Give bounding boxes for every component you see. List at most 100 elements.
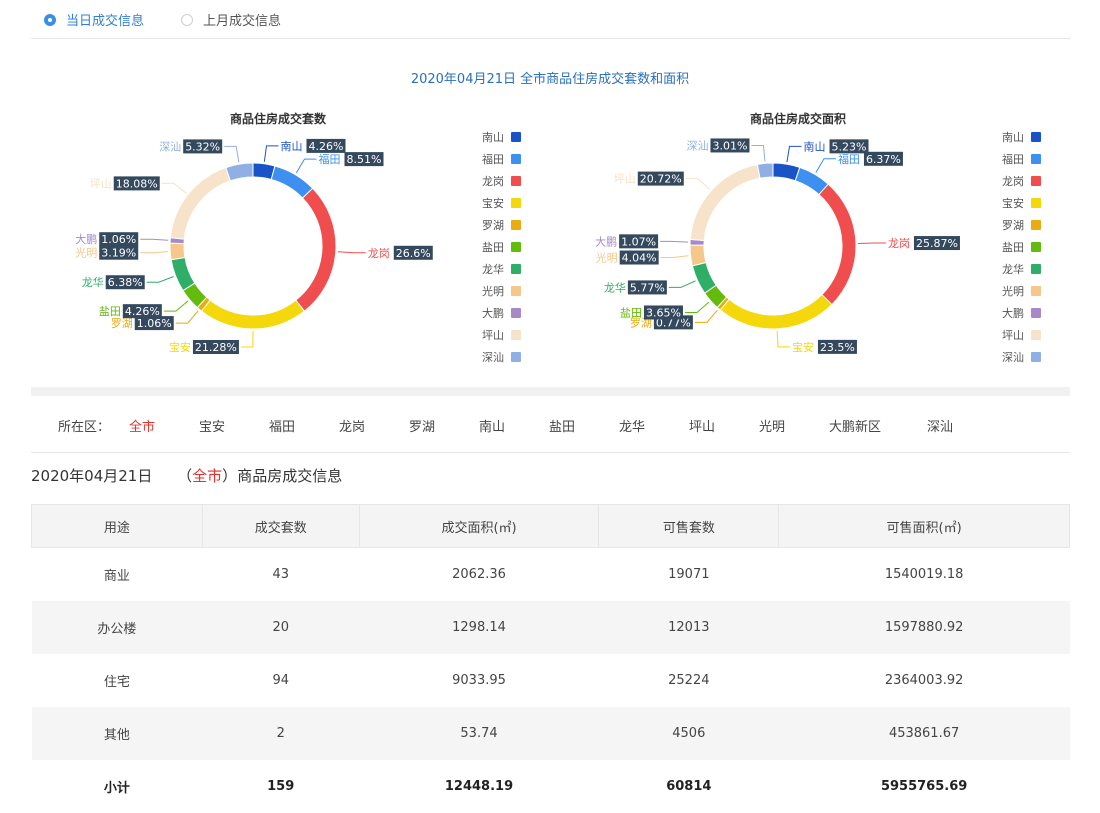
slice-value-大鹏: 1.06% (101, 233, 136, 246)
filter-item-futian[interactable]: 福田 (269, 416, 295, 435)
slice-label-宝安: 宝安 (792, 340, 814, 354)
legend-swatch-南山[interactable] (1031, 132, 1041, 142)
cell-avail-area: 1540019.18 (779, 548, 1070, 602)
slice-光明[interactable] (170, 243, 185, 260)
slice-坪山[interactable] (170, 168, 230, 239)
filter-item-longgang[interactable]: 龙岗 (339, 416, 365, 435)
filter-item-dapeng[interactable]: 大鹏新区 (829, 416, 881, 435)
slice-label-罗湖: 罗湖 (111, 317, 133, 330)
filter-item-all[interactable]: 全市 (129, 416, 155, 435)
legend-label-深汕: 深汕 (482, 351, 504, 364)
info-date: 2020年04月21日 (31, 467, 152, 485)
cell-usage: 住宅 (32, 654, 203, 707)
donut-charts: 商品住房成交套数南山4.26%福田8.51%龙岗26.6%21.28%宝安1.0… (0, 0, 1100, 396)
legend-swatch-宝安[interactable] (511, 198, 521, 208)
slice-value-龙华: 6.38% (108, 276, 143, 289)
slice-value-盐田: 3.65% (646, 306, 681, 319)
slice-label-深汕: 深汕 (159, 140, 181, 153)
leader-line (162, 183, 187, 193)
leader-line (140, 252, 168, 253)
legend-swatch-大鹏[interactable] (1031, 308, 1041, 318)
slice-value-大鹏: 1.07% (621, 235, 656, 248)
leader-line (661, 256, 689, 258)
legend-swatch-坪山[interactable] (1031, 330, 1041, 340)
cell-deal-area: 2062.36 (359, 548, 599, 602)
cell-usage: 其他 (32, 707, 203, 760)
legend-label-罗湖: 罗湖 (482, 219, 504, 232)
filter-item-shenshan[interactable]: 深汕 (927, 416, 953, 435)
legend-swatch-福田[interactable] (511, 154, 521, 164)
legend-label-福田: 福田 (482, 152, 504, 166)
legend-swatch-盐田[interactable] (511, 242, 521, 252)
legend-swatch-宝安[interactable] (1031, 198, 1041, 208)
filter-item-yantian[interactable]: 盐田 (549, 416, 575, 435)
filter-item-baoan[interactable]: 宝安 (199, 416, 225, 435)
table-total-row: 小计 159 12448.19 60814 5955765.69 (32, 760, 1070, 813)
legend-swatch-盐田[interactable] (1031, 242, 1041, 252)
legend-swatch-罗湖[interactable] (1031, 220, 1041, 230)
leader-line (816, 159, 836, 173)
slice-宝安[interactable] (202, 300, 305, 329)
table-row: 其他 2 53.74 4506 453861.67 (32, 707, 1070, 760)
filter-item-nanshan[interactable]: 南山 (479, 416, 505, 435)
cell-deal-area: 9033.95 (359, 654, 599, 707)
leader-line (296, 159, 316, 173)
legend-swatch-罗湖[interactable] (511, 220, 521, 230)
col-header-deal-area: 成交面积(㎡) (359, 505, 599, 548)
legend-swatch-深汕[interactable] (1031, 352, 1041, 362)
legend-swatch-光明[interactable] (511, 286, 521, 296)
slice-龙岗[interactable] (296, 188, 336, 311)
slice-深汕[interactable] (757, 163, 773, 178)
legend-swatch-龙华[interactable] (511, 264, 521, 274)
legend-label-光明: 光明 (482, 284, 504, 298)
legend-swatch-南山[interactable] (511, 132, 521, 142)
slice-坪山[interactable] (690, 164, 760, 240)
legend-swatch-深汕[interactable] (511, 352, 521, 362)
legend-swatch-大鹏[interactable] (511, 308, 521, 318)
slice-value-龙岗: 26.6% (396, 247, 431, 260)
slice-label-深汕: 深汕 (686, 139, 708, 152)
slice-value-南山: 4.26% (308, 140, 343, 153)
legend-swatch-福田[interactable] (1031, 154, 1041, 164)
col-header-usage: 用途 (32, 505, 203, 548)
table-row: 办公楼 20 1298.14 12013 1597880.92 (32, 601, 1070, 654)
legend-swatch-龙岗[interactable] (1031, 176, 1041, 186)
slice-label-大鹏: 大鹏 (75, 232, 97, 246)
leader-line (686, 179, 710, 190)
slice-value-龙华: 5.77% (630, 281, 665, 294)
cell-avail-units: 19071 (599, 548, 779, 602)
legend-label-罗湖: 罗湖 (1002, 219, 1024, 232)
filter-item-longhua[interactable]: 龙华 (619, 416, 645, 435)
slice-宝安[interactable] (720, 295, 832, 329)
slice-深汕[interactable] (226, 163, 253, 181)
legend-label-南山: 南山 (1002, 131, 1024, 144)
cell-total-avail-area: 5955765.69 (779, 760, 1070, 813)
leader-line (751, 145, 765, 161)
col-header-deal-units: 成交套数 (202, 505, 359, 548)
cell-deal-area: 1298.14 (359, 601, 599, 654)
slice-label-宝安: 宝安 (169, 340, 191, 354)
legend-swatch-龙岗[interactable] (511, 176, 521, 186)
leader-line (685, 302, 709, 313)
slice-龙华[interactable] (171, 257, 195, 290)
chart-title: 商品住房成交面积 (750, 111, 846, 126)
slice-福田[interactable] (271, 166, 312, 198)
legend-swatch-龙华[interactable] (1031, 264, 1041, 274)
cell-deal-units: 43 (202, 548, 359, 602)
cell-deal-area: 53.74 (359, 707, 599, 760)
filter-item-pingshan[interactable]: 坪山 (689, 416, 715, 435)
legend-swatch-坪山[interactable] (511, 330, 521, 340)
legend-label-大鹏: 大鹏 (1002, 306, 1024, 320)
cell-avail-units: 4506 (599, 707, 779, 760)
slice-label-龙岗: 龙岗 (368, 247, 390, 260)
filter-item-guangming[interactable]: 光明 (759, 416, 785, 435)
slice-label-大鹏: 大鹏 (595, 234, 617, 248)
slice-label-南山: 南山 (804, 140, 826, 153)
cell-avail-area: 2364003.92 (779, 654, 1070, 707)
slice-label-盐田: 盐田 (99, 305, 121, 318)
filter-item-luohu[interactable]: 罗湖 (409, 416, 435, 435)
slice-value-盐田: 4.26% (125, 305, 160, 318)
slice-龙岗[interactable] (819, 184, 856, 304)
slice-光明[interactable] (690, 245, 706, 266)
legend-swatch-光明[interactable] (1031, 286, 1041, 296)
